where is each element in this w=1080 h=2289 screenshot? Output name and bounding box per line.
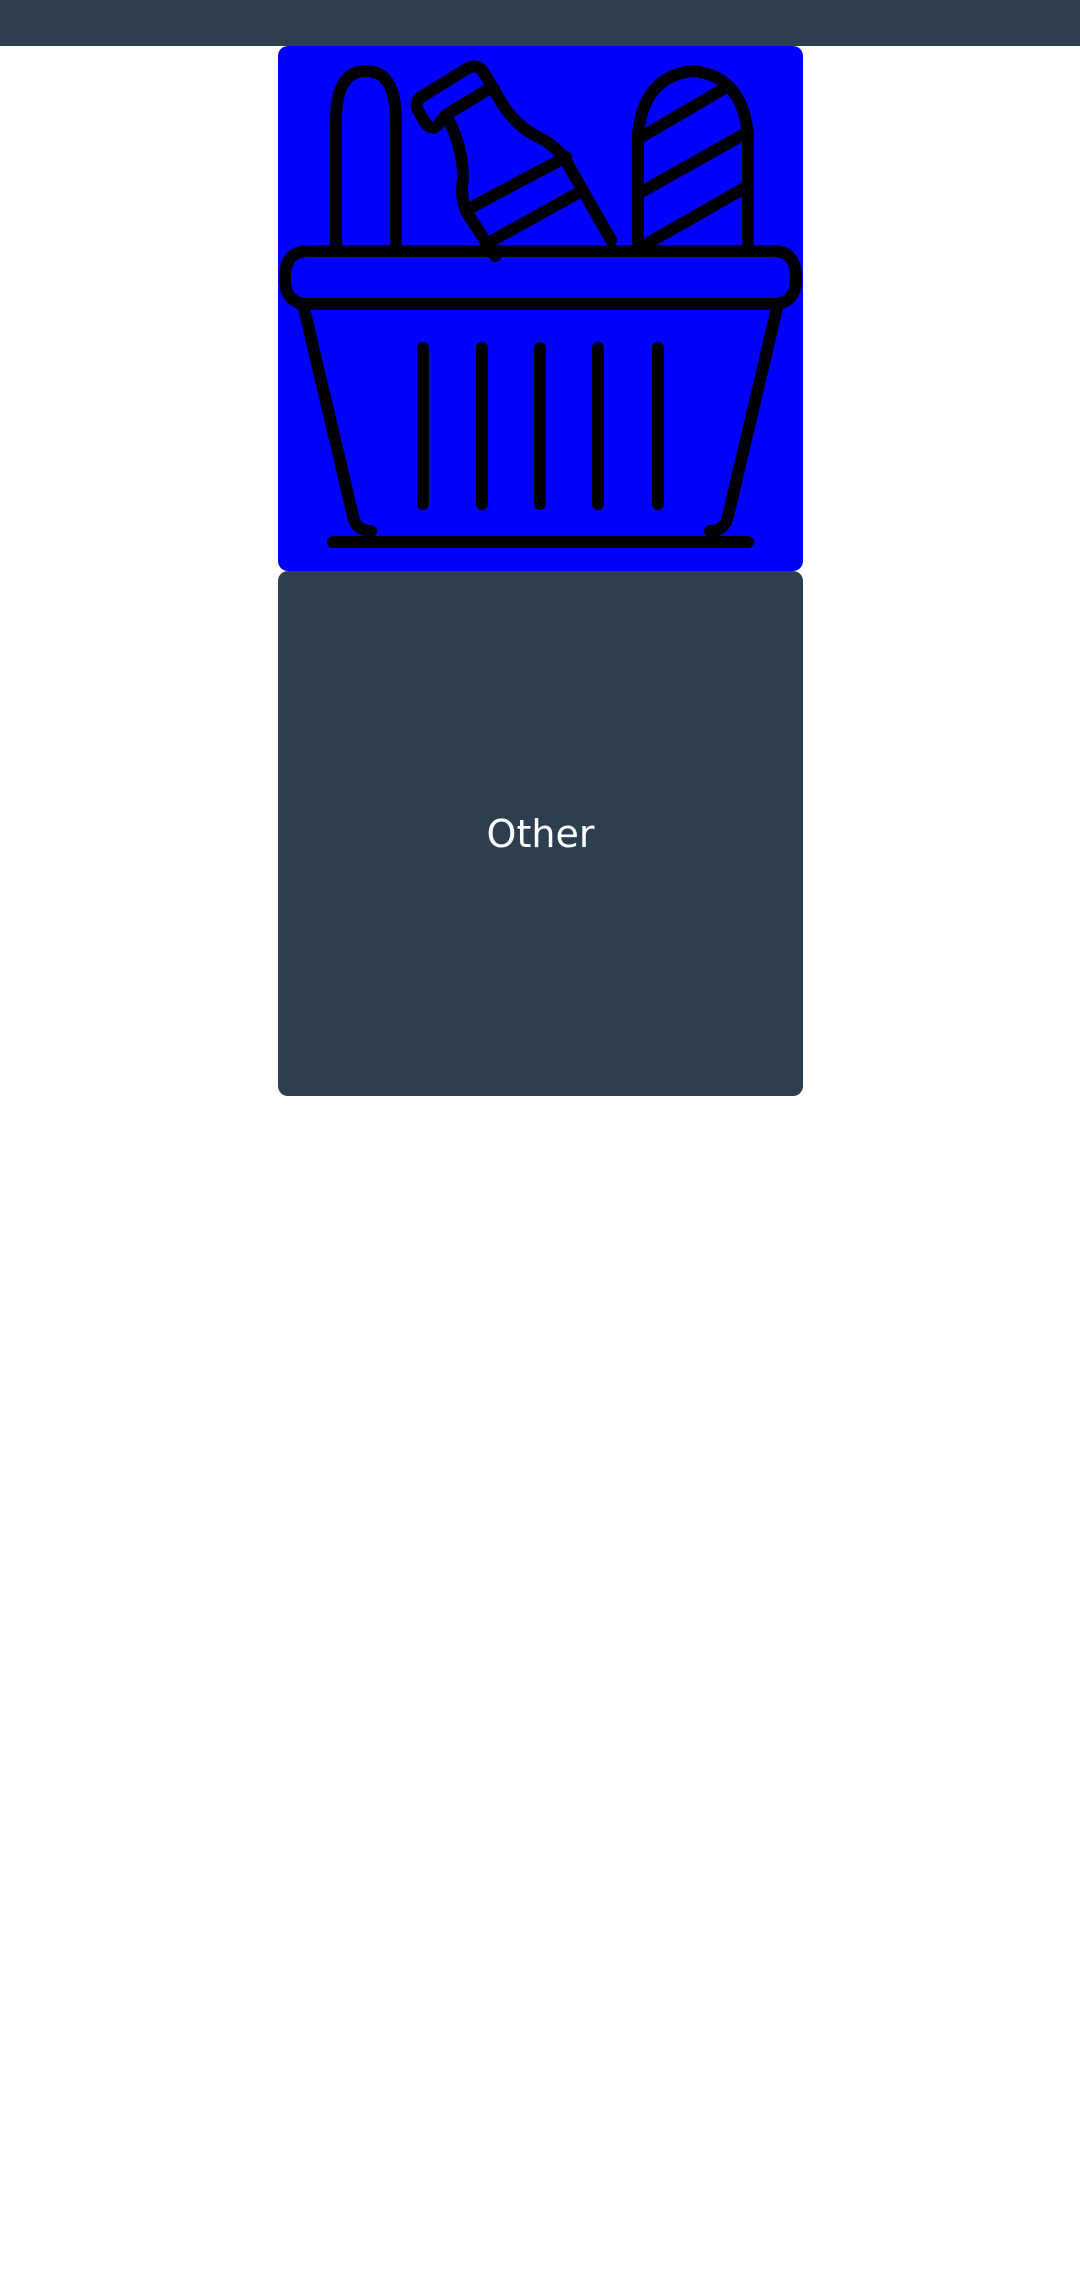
grocery-basket-icon (279, 60, 802, 548)
top-bar (0, 0, 1080, 46)
other-tile-label: Other (486, 811, 595, 856)
other-tile[interactable]: Other (278, 571, 803, 1096)
grocery-tile[interactable] (278, 46, 803, 571)
category-grid: Other (278, 46, 803, 1096)
